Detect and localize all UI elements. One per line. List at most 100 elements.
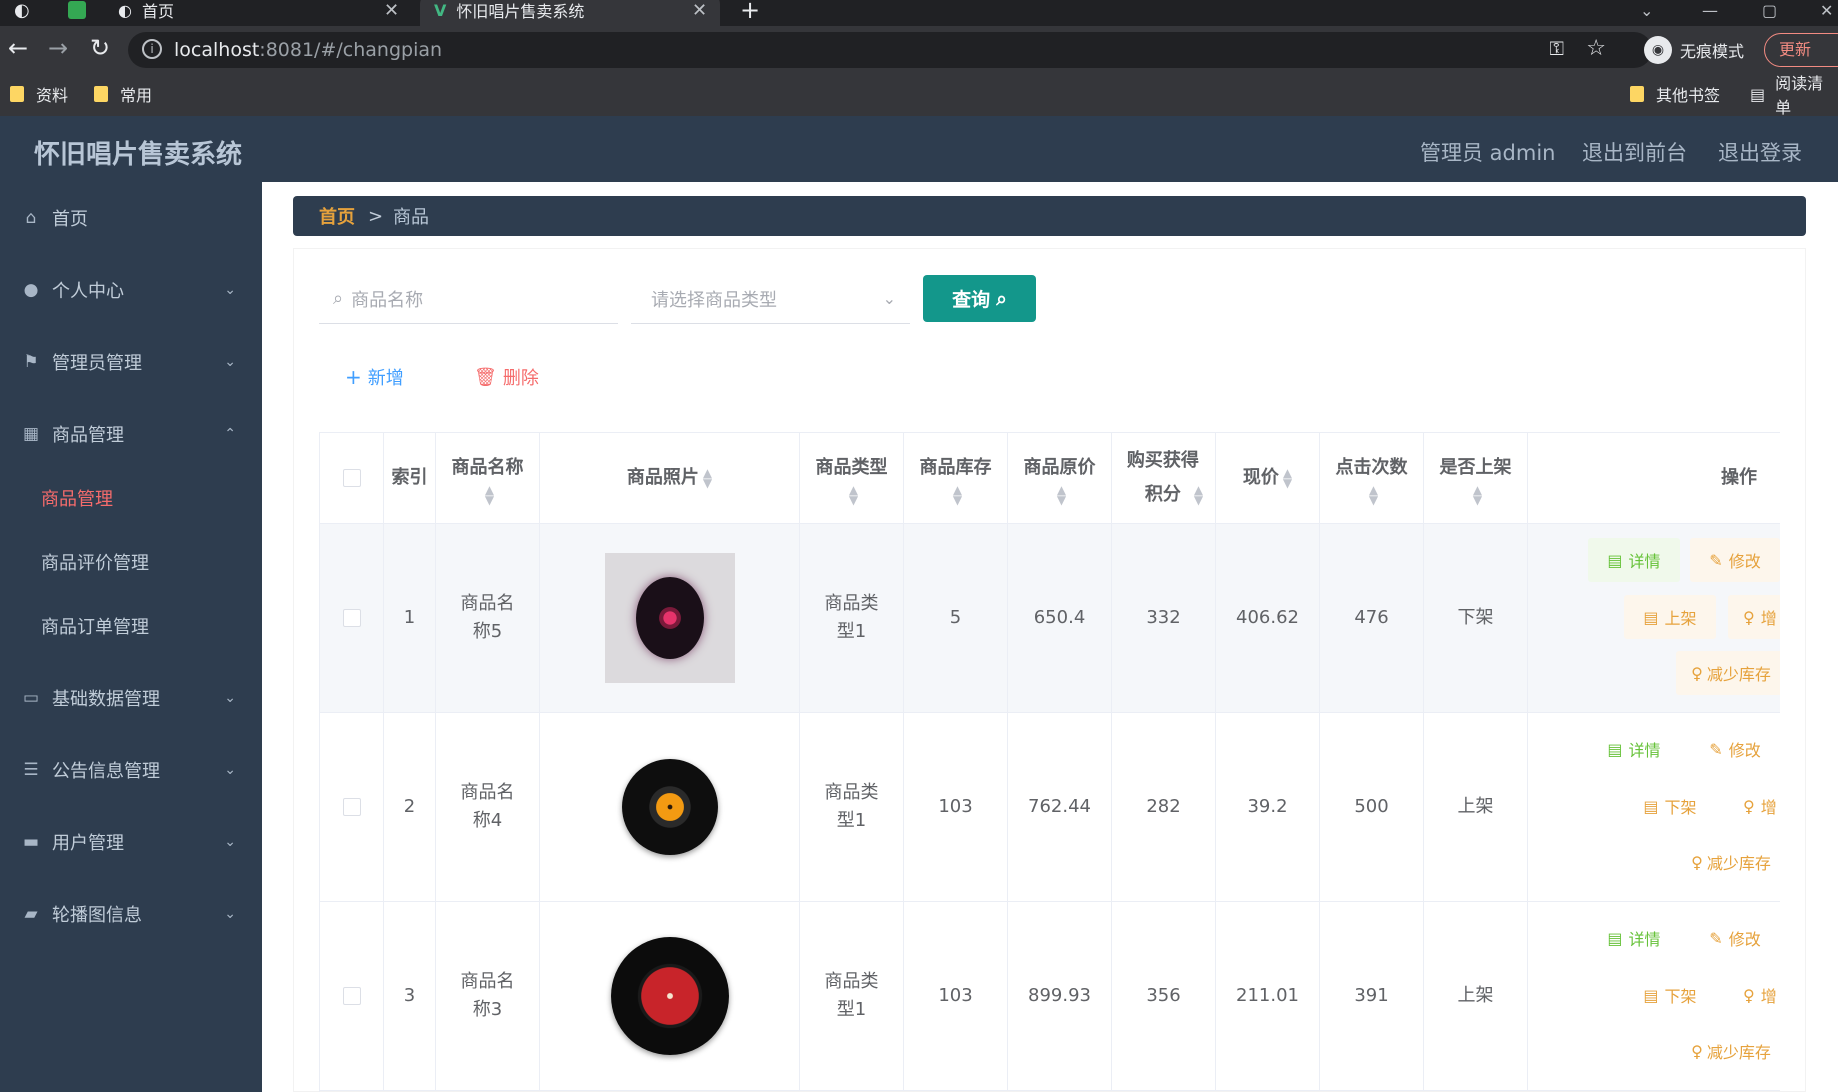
vinyl-disc-image[interactable] xyxy=(610,937,729,1055)
sort-icon[interactable]: ▲ ▼ xyxy=(1473,484,1482,506)
new-tab-button[interactable]: + xyxy=(740,0,770,26)
close-icon[interactable]: ✕ xyxy=(384,0,399,21)
admin-label[interactable]: 管理员 admin xyxy=(1420,137,1555,167)
sidebar-item-admins[interactable]: ⚑ 管理员管理 ⌄ xyxy=(0,326,262,398)
forward-icon[interactable]: → xyxy=(48,34,68,62)
product-image[interactable] xyxy=(604,553,735,683)
checkbox[interactable] xyxy=(342,798,361,816)
sidebar-sub-reviews[interactable]: 商品评价管理 xyxy=(0,530,262,594)
reduce-stock-button[interactable]: ♀ 减少库存 xyxy=(1676,1029,1780,1073)
toggle-sale-button[interactable]: ▤ 下架 xyxy=(1624,973,1716,1017)
cell-type: 商品类型1 xyxy=(800,524,904,713)
reduce-stock-label: 减少库存 xyxy=(1706,665,1771,684)
incognito-indicator[interactable]: ◉ 无痕模式 xyxy=(1644,34,1744,66)
header-select-all[interactable] xyxy=(320,433,384,524)
checkbox[interactable] xyxy=(342,987,361,1005)
close-icon[interactable]: ✕ xyxy=(692,0,707,21)
sort-icon[interactable]: ▲ ▼ xyxy=(849,484,858,506)
bookmark-folder[interactable]: 常用 xyxy=(94,80,152,108)
bookmark-folder[interactable]: 资料 xyxy=(10,80,68,108)
add-stock-button[interactable]: ♀ 增 xyxy=(1728,784,1780,828)
tab-icon[interactable]: ◐ xyxy=(0,0,30,26)
search-icon: ⌕ xyxy=(996,287,1007,310)
sort-icon[interactable]: ▲ ▼ xyxy=(953,484,962,506)
header-orig-price[interactable]: 商品原价 ▲ ▼ xyxy=(1008,433,1112,524)
toggle-sale-button[interactable]: ▤ 上架 xyxy=(1624,595,1716,639)
key-icon[interactable]: ⚿ xyxy=(1550,38,1564,60)
edit-label: 修改 xyxy=(1728,741,1761,760)
edit-icon: ✎ xyxy=(1709,739,1723,759)
search-input[interactable]: ⌕ 商品名称 xyxy=(319,274,618,324)
row-select[interactable] xyxy=(320,524,384,713)
sidebar-item-basedata[interactable]: ▭ 基础数据管理 ⌄ xyxy=(0,662,262,734)
sidebar-item-users[interactable]: ▬ 用户管理 ⌄ xyxy=(0,806,262,878)
row-select[interactable] xyxy=(320,713,384,902)
sidebar-sub-orders[interactable]: 商品订单管理 xyxy=(0,594,262,658)
app-title: 怀旧唱片售卖系统 xyxy=(34,140,243,170)
app-header: 怀旧唱片售卖系统 管理员 admin 退出到前台 退出登录 xyxy=(0,116,1838,182)
checkbox[interactable] xyxy=(342,469,361,487)
sheet-icon[interactable] xyxy=(62,0,102,26)
update-button[interactable]: 更新 xyxy=(1764,33,1838,67)
sidebar-item-carousel[interactable]: ▰ 轮播图信息 ⌄ xyxy=(0,878,262,950)
type-select[interactable]: 请选择商品类型 ⌄ xyxy=(631,274,910,324)
toggle-sale-button[interactable]: ▤ 下架 xyxy=(1624,784,1716,828)
sort-icon[interactable]: ▲ ▼ xyxy=(1057,484,1066,506)
header-on-sale[interactable]: 是否上架 ▲ ▼ xyxy=(1424,433,1528,524)
reduce-stock-button[interactable]: ♀ 减少库存 xyxy=(1676,651,1780,695)
row-select[interactable] xyxy=(320,902,384,1091)
breadcrumb-home[interactable]: 首页 xyxy=(319,203,355,229)
reload-icon[interactable]: ↻ xyxy=(90,34,110,62)
bookmark-folder[interactable]: 其他书签 xyxy=(1630,80,1720,108)
to-front-link[interactable]: 退出到前台 xyxy=(1582,137,1687,167)
tab-home[interactable]: ◐ 首页 ✕ xyxy=(112,0,412,26)
bulb-icon: ♀ xyxy=(1743,796,1755,816)
chevron-down-icon[interactable]: ⌄ xyxy=(1640,0,1653,26)
address-bar[interactable]: i localhost:8081/#/changpian ⚿ ☆ xyxy=(128,32,1652,68)
add-button[interactable]: + 新增 xyxy=(345,364,404,390)
reduce-stock-button[interactable]: ♀ 减少库存 xyxy=(1676,840,1780,884)
edit-button[interactable]: ✎ 修改 xyxy=(1690,727,1780,771)
sidebar-item-products[interactable]: ▦ 商品管理 ⌃ xyxy=(0,398,262,470)
detail-button[interactable]: ▤ 详情 xyxy=(1588,916,1680,960)
sort-icon[interactable]: ▲ ▼ xyxy=(1369,484,1378,506)
reading-list[interactable]: ▤ 阅读清单 xyxy=(1750,74,1838,117)
header-label: 购买获得积分 xyxy=(1126,450,1199,505)
back-icon[interactable]: ← xyxy=(8,34,28,62)
sort-icon[interactable]: ▲ ▼ xyxy=(1194,484,1203,506)
minimize-icon[interactable]: — xyxy=(1702,0,1718,26)
sort-icon[interactable]: ▲ ▼ xyxy=(1283,467,1292,489)
sidebar-item-label: 公告信息管理 xyxy=(52,761,160,782)
vinyl-disc-image[interactable] xyxy=(621,759,718,855)
edit-button[interactable]: ✎ 修改 xyxy=(1690,538,1780,582)
add-stock-button[interactable]: ♀ 增 xyxy=(1728,973,1780,1017)
logout-link[interactable]: 退出登录 xyxy=(1718,137,1802,167)
window-close-icon[interactable]: ✕ xyxy=(1820,0,1833,26)
detail-label: 详情 xyxy=(1628,741,1661,760)
header-price[interactable]: 现价 ▲ ▼ xyxy=(1216,433,1320,524)
star-icon[interactable]: ☆ xyxy=(1586,36,1606,61)
header-stock[interactable]: 商品库存 ▲ ▼ xyxy=(904,433,1008,524)
header-type[interactable]: 商品类型 ▲ ▼ xyxy=(800,433,904,524)
tab-system[interactable]: V 怀旧唱片售卖系统 ✕ xyxy=(420,0,720,26)
sort-icon[interactable]: ▲ ▼ xyxy=(703,467,712,489)
header-name[interactable]: 商品名称 ▲ ▼ xyxy=(436,433,540,524)
add-stock-button[interactable]: ♀ 增 xyxy=(1728,595,1780,639)
sidebar-item-profile[interactable]: ● 个人中心 ⌄ xyxy=(0,254,262,326)
sidebar-item-notices[interactable]: ☰ 公告信息管理 ⌄ xyxy=(0,734,262,806)
sort-icon[interactable]: ▲ ▼ xyxy=(485,484,494,506)
header-photo[interactable]: 商品照片 ▲ ▼ xyxy=(540,433,800,524)
sidebar-item-home[interactable]: ⌂ 首页 xyxy=(0,182,262,254)
header-clicks[interactable]: 点击次数 ▲ ▼ xyxy=(1320,433,1424,524)
header-points[interactable]: 购买获得积分 ▲ ▼ xyxy=(1112,433,1216,524)
info-icon[interactable]: i xyxy=(142,39,162,59)
maximize-icon[interactable]: ▢ xyxy=(1762,0,1777,26)
delete-button[interactable]: 🗑 删除 xyxy=(474,364,539,390)
detail-button[interactable]: ▤ 详情 xyxy=(1588,727,1680,771)
product-table: 索引 商品名称 ▲ ▼ 商品照片 ▲ ▼ 商品类型 ▲ ▼ 商品库存 ▲ ▼ 商品原价 ▲ ▼ 购买… xyxy=(319,432,1780,1092)
checkbox[interactable] xyxy=(342,609,361,627)
sidebar-sub-products[interactable]: 商品管理 xyxy=(0,466,262,530)
detail-button[interactable]: ▤ 详情 xyxy=(1588,538,1680,582)
edit-button[interactable]: ✎ 修改 xyxy=(1690,916,1780,960)
query-button[interactable]: 查询 ⌕ xyxy=(923,275,1036,322)
